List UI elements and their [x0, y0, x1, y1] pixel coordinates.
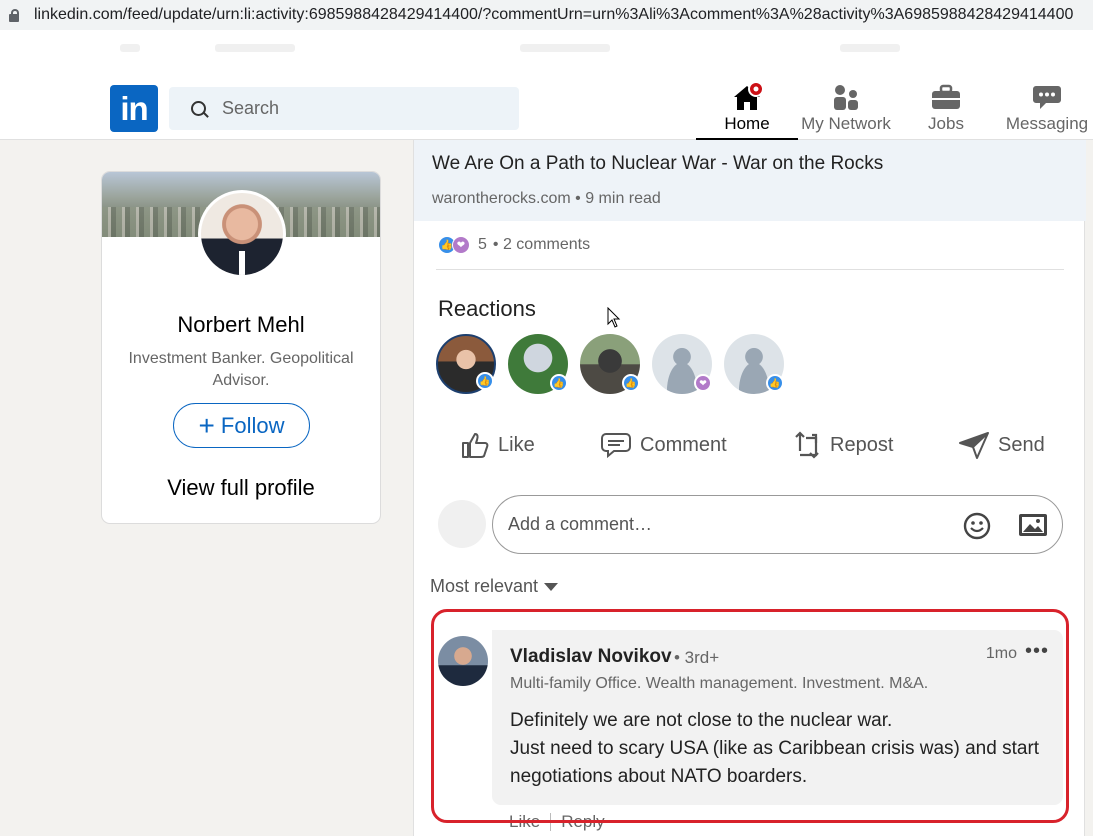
send-label: Send — [998, 433, 1045, 456]
send-icon — [959, 432, 989, 459]
follow-label: Follow — [220, 412, 285, 438]
like-badge-icon: 👍 — [622, 374, 640, 392]
reactor-avatar[interactable]: 👍 — [436, 334, 496, 394]
like-badge-icon: 👍 — [476, 372, 494, 390]
briefcase-icon — [931, 80, 961, 114]
love-reaction-icon: ❤ — [452, 236, 470, 254]
reactor-avatar-placeholder[interactable]: 👍 — [724, 334, 784, 394]
reactor-avatar[interactable]: 👍 — [580, 334, 640, 394]
comment-author-headline: Multi-family Office. Wealth management. … — [510, 675, 929, 692]
more-options-icon[interactable]: ••• — [1025, 640, 1049, 663]
mouse-cursor-icon — [607, 306, 621, 334]
search-icon — [191, 101, 206, 116]
comment-like-button[interactable]: Like — [509, 812, 540, 832]
nav-messaging[interactable]: Messaging — [1002, 80, 1092, 140]
main-content: Norbert Mehl Investment Banker. Geopolit… — [0, 140, 1093, 836]
divider — [436, 269, 1064, 270]
nav-jobs-label: Jobs — [928, 114, 964, 133]
comment-connection-degree: • 3rd+ — [674, 648, 720, 667]
comment-icon — [601, 433, 631, 459]
profile-name[interactable]: Norbert Mehl — [102, 312, 380, 338]
love-badge-icon: ❤ — [694, 374, 712, 392]
comment-text-line: Definitely we are not close to the nucle… — [510, 710, 893, 731]
like-label: Like — [498, 433, 535, 456]
repost-icon — [795, 431, 819, 459]
nav-home[interactable]: Home — [696, 80, 798, 140]
network-icon — [831, 80, 861, 114]
comment-input[interactable]: Add a comment… — [492, 495, 1063, 554]
view-full-profile-link[interactable]: View full profile — [102, 475, 380, 501]
reaction-count[interactable]: 5 — [478, 236, 487, 254]
bookmarks-bar — [0, 30, 1093, 76]
post-actions: Like Comment Repost Send — [414, 425, 1086, 465]
caret-down-icon — [544, 582, 559, 591]
top-nav: in Search Home My Network Jobs Messaging — [0, 76, 1093, 140]
reactor-avatar[interactable]: 👍 — [508, 334, 568, 394]
browser-url-bar[interactable]: linkedin.com/feed/update/urn:li:activity… — [0, 0, 1093, 30]
like-badge-icon: 👍 — [550, 374, 568, 392]
profile-avatar[interactable] — [198, 190, 286, 278]
article-preview[interactable]: We Are On a Path to Nuclear War - War on… — [414, 140, 1086, 221]
comment-text: Definitely we are not close to the nucle… — [510, 707, 1050, 791]
send-button[interactable]: Send — [958, 425, 1045, 465]
sort-label: Most relevant — [430, 576, 539, 596]
thumbs-up-icon — [462, 433, 489, 458]
article-title[interactable]: We Are On a Path to Nuclear War - War on… — [432, 153, 883, 175]
social-counts[interactable]: 👍 ❤ 5 • 2 comments — [438, 236, 590, 254]
comment-label: Comment — [640, 433, 727, 456]
reactor-avatars: 👍 👍 👍 ❤ 👍 — [436, 334, 784, 394]
image-icon[interactable] — [1018, 512, 1048, 543]
url-text[interactable]: linkedin.com/feed/update/urn:li:activity… — [34, 6, 1073, 24]
separator — [550, 813, 552, 831]
emoji-icon[interactable] — [962, 511, 992, 546]
repost-label: Repost — [830, 433, 894, 456]
nav-messaging-label: Messaging — [1005, 114, 1089, 133]
nav-home-label: Home — [724, 114, 770, 133]
comment-author[interactable]: Vladislav Novikov — [510, 646, 672, 668]
comments-count[interactable]: • 2 comments — [493, 236, 590, 254]
like-button[interactable]: Like — [460, 425, 535, 465]
profile-headline: Investment Banker. Geopolitical Advisor. — [128, 350, 354, 389]
comment-bubble: Vladislav Novikov • 3rd+ 1mo ••• Multi-f… — [492, 630, 1063, 805]
comment-input-placeholder: Add a comment… — [508, 514, 653, 534]
search-bar[interactable]: Search — [169, 87, 519, 130]
repost-button[interactable]: Repost — [792, 425, 893, 465]
search-input[interactable]: Search — [222, 98, 279, 119]
home-icon — [730, 80, 764, 114]
nav-jobs[interactable]: Jobs — [910, 80, 982, 140]
comment-button[interactable]: Comment — [600, 425, 727, 465]
comment-reply-button[interactable]: Reply — [561, 812, 604, 832]
post-card: We Are On a Path to Nuclear War - War on… — [413, 140, 1086, 836]
article-source: warontherocks.com • 9 min read — [432, 190, 661, 207]
comment-text-line: Just need to scary USA (like as Caribbea… — [510, 738, 1040, 787]
plus-icon: + — [198, 409, 215, 441]
commenter-avatar[interactable] — [438, 636, 488, 686]
reactor-avatar-placeholder[interactable]: ❤ — [652, 334, 712, 394]
like-badge-icon: 👍 — [766, 374, 784, 392]
comment-timestamp: 1mo — [985, 645, 1017, 662]
current-user-avatar — [438, 500, 486, 548]
profile-card: Norbert Mehl Investment Banker. Geopolit… — [101, 171, 381, 524]
comment-actions: Like Reply — [509, 812, 605, 832]
linkedin-logo[interactable]: in — [110, 85, 158, 132]
nav-my-network-label: My Network — [801, 114, 891, 133]
nav-my-network[interactable]: My Network — [798, 80, 894, 140]
reactions-heading: Reactions — [438, 296, 536, 321]
lock-icon — [8, 8, 20, 22]
follow-button[interactable]: + Follow — [173, 403, 310, 448]
messaging-icon — [1032, 80, 1062, 114]
sort-dropdown[interactable]: Most relevant — [430, 576, 559, 597]
